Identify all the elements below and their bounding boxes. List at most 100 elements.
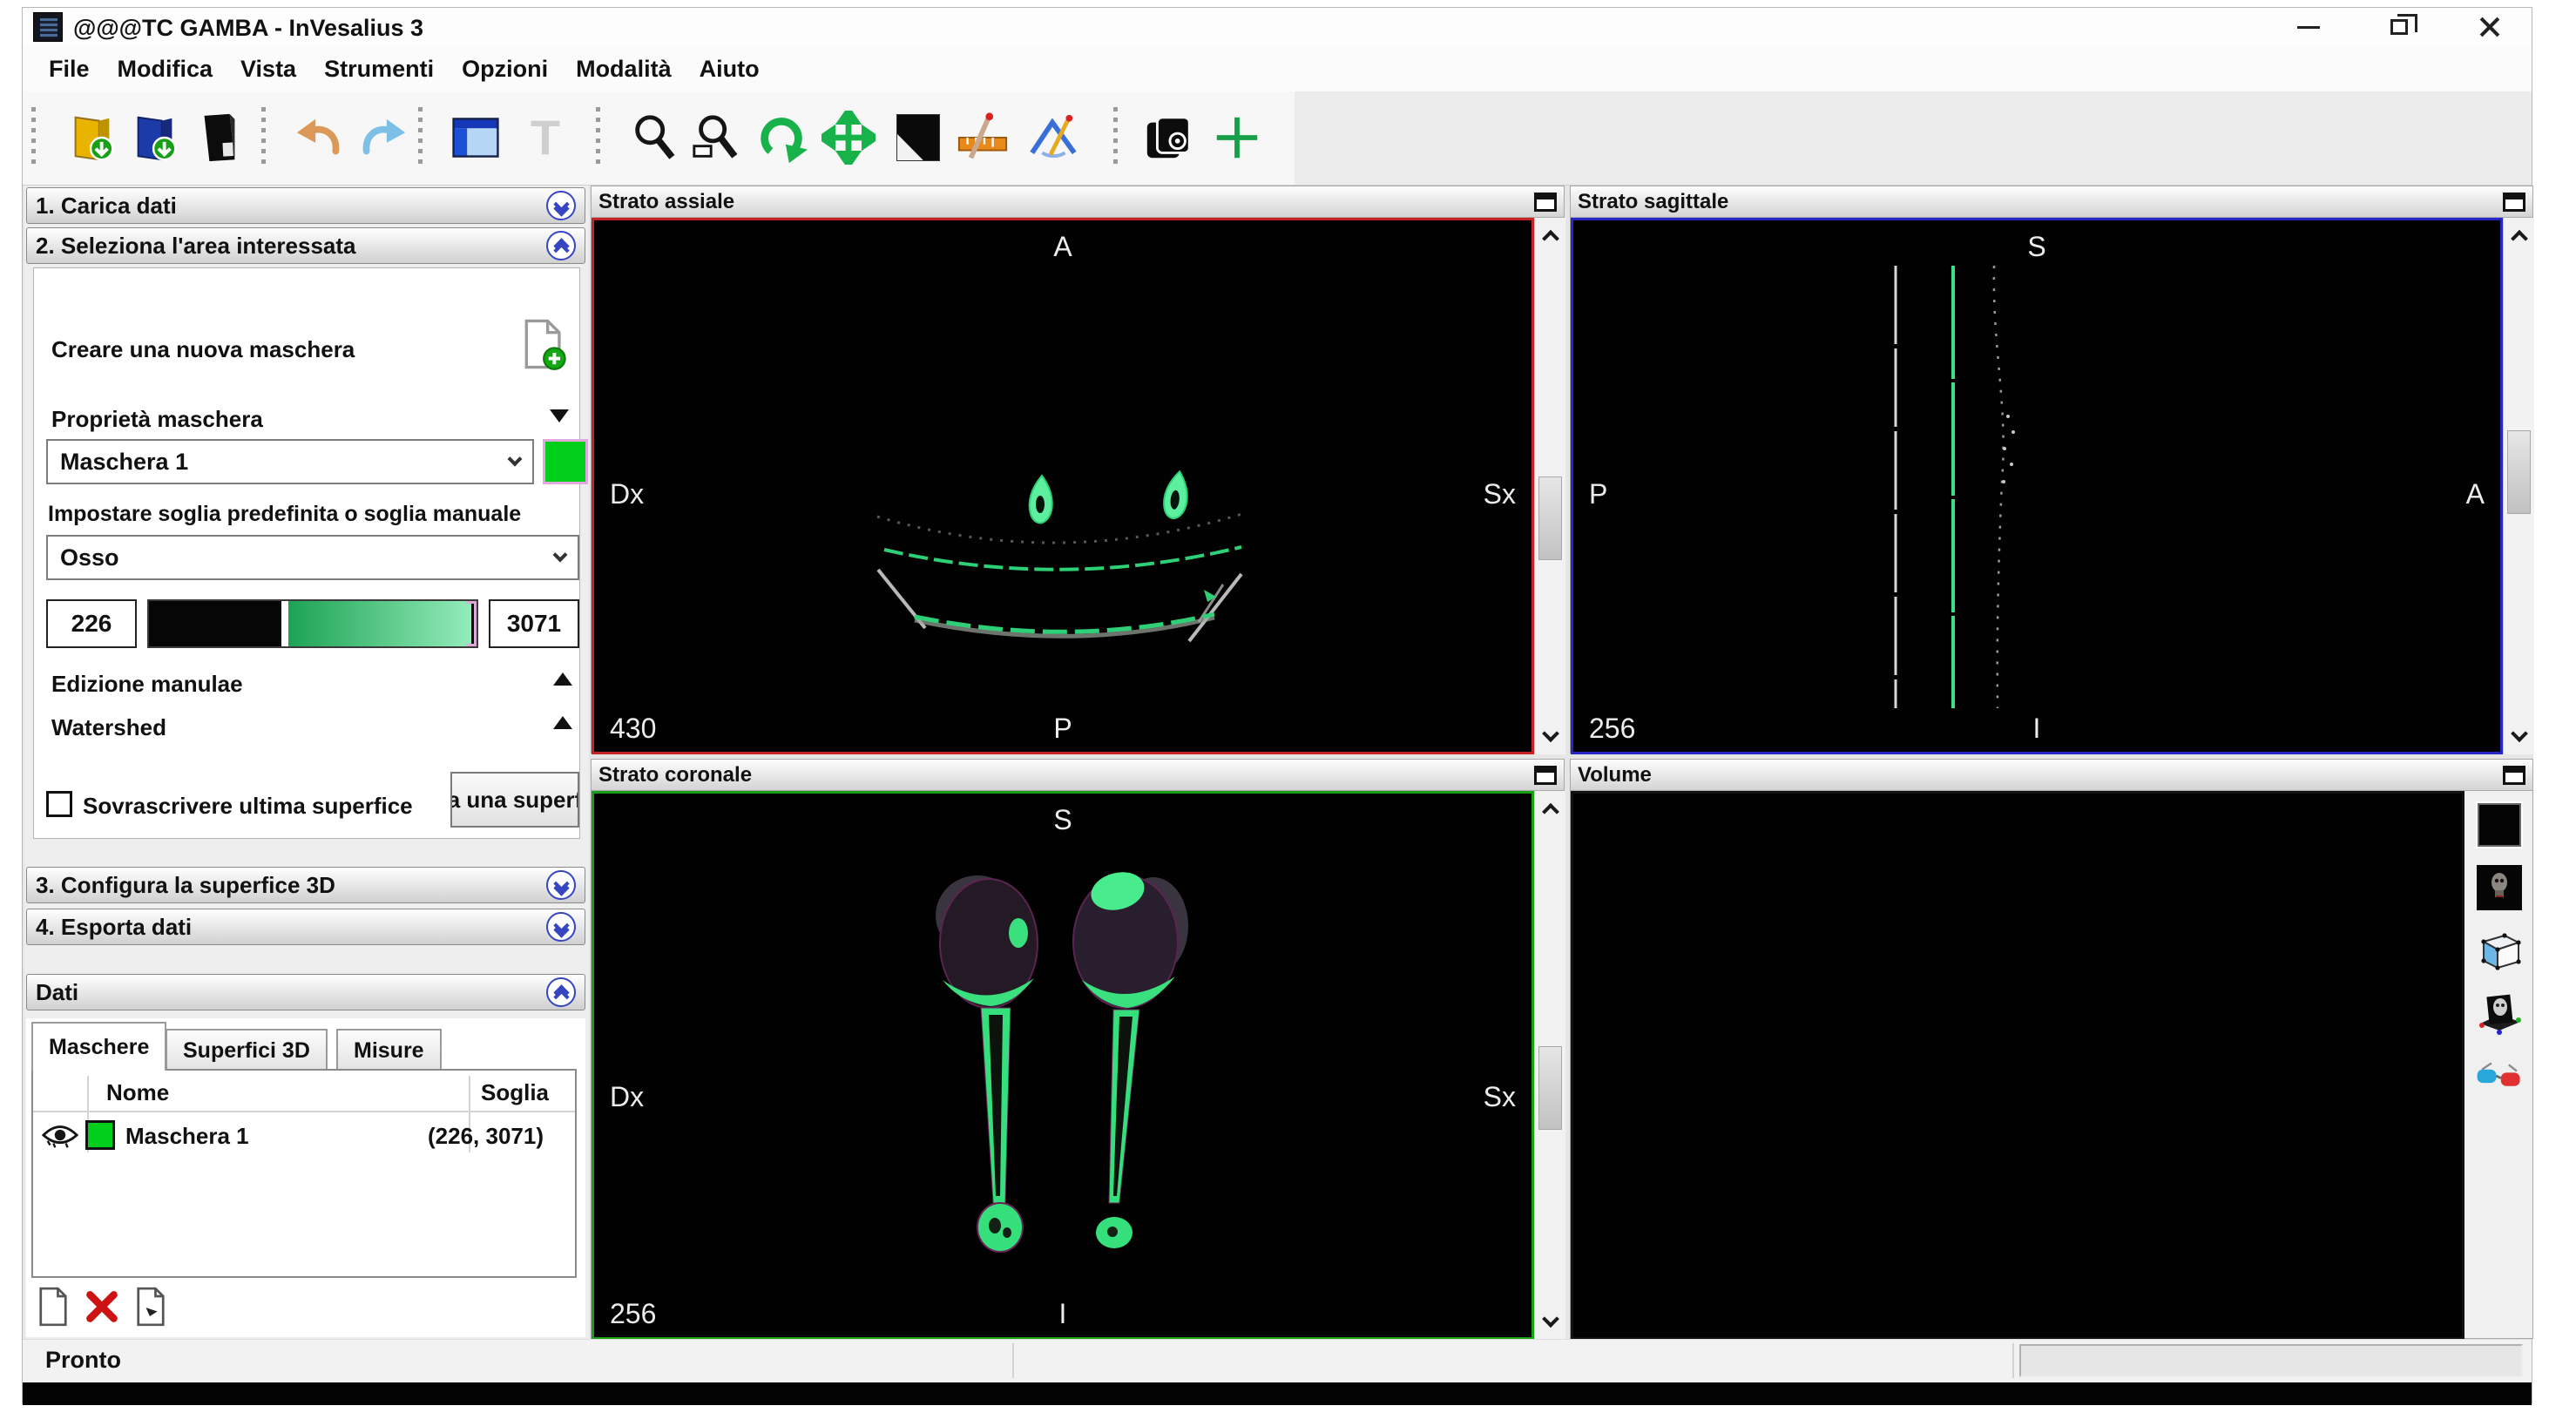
scroll-up-button[interactable] [1535, 791, 1565, 828]
coronal-scroll-thumb[interactable] [1538, 1046, 1562, 1131]
slices-view-button[interactable] [1139, 108, 1199, 167]
stereo-3d-button[interactable] [2474, 1051, 2525, 1101]
sagittal-scroll-thumb[interactable] [2507, 430, 2531, 515]
accordion-step3-configura-superfice[interactable]: 3. Configura la superfice 3D [26, 867, 585, 903]
tab-misure[interactable]: Misure [336, 1029, 442, 1071]
coronal-maximize-icon[interactable] [1534, 765, 1557, 785]
watershed-expand-icon[interactable] [553, 716, 572, 729]
zoom-region-button[interactable] [686, 108, 746, 167]
sagittal-scroll-track[interactable] [2504, 254, 2534, 718]
orientation-label-left: Sx [1483, 478, 1516, 510]
tab-maschere[interactable]: Maschere [31, 1022, 167, 1071]
redo-button[interactable] [354, 108, 413, 167]
axial-scroll-track[interactable] [1535, 254, 1565, 718]
sagittal-scrollbar[interactable] [2503, 218, 2534, 754]
threshold-preset-select[interactable]: Osso [46, 535, 579, 580]
manual-edition-expand-icon[interactable] [553, 672, 572, 686]
accordion-step2-seleziona-area[interactable]: 2. Seleziona l'area interessata [26, 227, 585, 264]
measure-distance-button[interactable] [953, 108, 1012, 167]
threshold-preset-value: Osso [60, 544, 119, 571]
threshold-slider[interactable] [147, 599, 478, 648]
menu-item-file[interactable]: File [35, 56, 104, 83]
measure-angle-button[interactable] [1023, 108, 1082, 167]
mask-row-color-swatch[interactable] [85, 1120, 115, 1150]
properties-collapse-icon[interactable] [550, 409, 569, 422]
sagittal-maximize-icon[interactable] [2503, 192, 2525, 212]
mask-select[interactable]: Maschera 1 [46, 439, 534, 484]
toolbar-grip[interactable] [1113, 107, 1118, 170]
table-row[interactable]: Maschera 1 (226, 3071) [33, 1112, 575, 1158]
axial-canvas[interactable]: A P Dx Sx 430 [592, 218, 1534, 754]
sagittal-canvas[interactable]: S I P A 256 [1571, 218, 2503, 754]
toolbar-grip[interactable] [596, 107, 600, 170]
scroll-down-button[interactable] [2504, 718, 2534, 754]
save-project-button[interactable] [190, 108, 249, 167]
new-mask-icon[interactable] [515, 317, 569, 371]
threshold-max-input[interactable]: 3071 [489, 599, 579, 648]
overwrite-surface-checkbox[interactable] [46, 791, 72, 817]
tab-superfici-3d[interactable]: Superfici 3D [166, 1029, 328, 1071]
mask-select-value: Maschera 1 [60, 448, 189, 475]
axial-maximize-icon[interactable] [1534, 192, 1557, 212]
menu-item-opzioni[interactable]: Opzioni [448, 56, 562, 83]
coronal-scroll-track[interactable] [1535, 828, 1565, 1303]
restore-button[interactable] [2375, 10, 2424, 44]
brightness-contrast-button[interactable] [889, 108, 948, 167]
zoom-button[interactable] [625, 108, 685, 167]
menu-item-aiuto[interactable]: Aiuto [686, 56, 774, 83]
menu-item-modalita[interactable]: Modalità [562, 56, 686, 83]
coronal-canvas[interactable]: S I Dx Sx 256 [592, 791, 1534, 1340]
menu-item-strumenti[interactable]: Strumenti [310, 56, 448, 83]
background-color-button[interactable] [2474, 800, 2525, 850]
visibility-eye-icon[interactable] [42, 1123, 78, 1149]
threshold-min-input[interactable]: 226 [46, 599, 137, 648]
accordion-step1-carica-dati[interactable]: 1. Carica dati [26, 187, 585, 224]
toolbar-grip[interactable] [31, 107, 36, 170]
new-item-icon[interactable] [37, 1287, 70, 1327]
rotate-button[interactable] [753, 108, 812, 167]
volume-canvas[interactable] [1571, 791, 2464, 1340]
menu-item-modifica[interactable]: Modifica [104, 56, 227, 83]
scroll-up-button[interactable] [1535, 218, 1565, 254]
raycasting-preset-button[interactable] [2474, 862, 2525, 913]
duplicate-item-icon[interactable] [134, 1287, 167, 1327]
axial-scroll-thumb[interactable] [1538, 476, 1562, 561]
minimize-button[interactable] [2284, 10, 2333, 44]
view-orientation-button[interactable] [2474, 988, 2525, 1038]
column-header-soglia[interactable]: Soglia [481, 1079, 549, 1106]
volume-maximize-icon[interactable] [2503, 765, 2525, 785]
accordion-dati[interactable]: Dati [26, 974, 585, 1010]
create-surface-button[interactable]: a una superf [450, 772, 579, 828]
accordion-step4-esporta-dati[interactable]: 4. Esporta dati [26, 909, 585, 945]
scroll-down-button[interactable] [1535, 1303, 1565, 1340]
text-annotation-button[interactable]: T [516, 108, 575, 167]
window-layout-button[interactable] [446, 108, 505, 167]
axial-slice-number: 430 [610, 713, 657, 744]
crosshair-add-button[interactable] [1207, 108, 1267, 167]
scroll-down-button[interactable] [1535, 718, 1565, 754]
scroll-up-button[interactable] [2504, 218, 2534, 254]
orientation-label-right: Dx [610, 478, 645, 510]
save-project-icon [204, 113, 235, 162]
coronal-scrollbar[interactable] [1534, 791, 1565, 1340]
column-header-nome[interactable]: Nome [106, 1079, 169, 1106]
app-icon [33, 12, 63, 42]
threshold-slider-min-handle[interactable] [281, 601, 289, 646]
chevron-down-icon [552, 547, 568, 563]
axial-scrollbar[interactable] [1534, 218, 1565, 754]
mask-color-swatch[interactable] [543, 439, 588, 484]
toolbar-grip[interactable] [418, 107, 423, 170]
redo-icon [362, 118, 406, 155]
toolbar-grip[interactable] [261, 107, 266, 170]
menu-item-vista[interactable]: Vista [226, 56, 310, 83]
axial-header: Strato assiale [592, 186, 1564, 218]
pan-button[interactable] [819, 108, 878, 167]
threshold-slider-max-handle[interactable] [466, 601, 477, 646]
window-title: @@@TC GAMBA - InVesalius 3 [73, 15, 424, 41]
open-project-button[interactable] [125, 108, 185, 167]
delete-item-icon[interactable] [84, 1288, 120, 1325]
import-dicom-button[interactable] [63, 108, 122, 167]
close-button[interactable] [2465, 10, 2514, 44]
undo-button[interactable] [289, 108, 348, 167]
slice-plane-button[interactable] [2474, 925, 2525, 976]
